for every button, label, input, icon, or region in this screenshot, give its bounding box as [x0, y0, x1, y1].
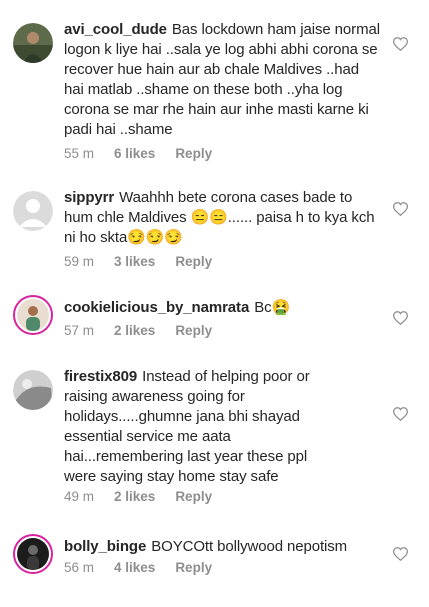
like-heart-icon[interactable]	[392, 407, 409, 422]
like-heart-icon[interactable]	[392, 547, 409, 562]
comment-username[interactable]: sippyrr	[64, 189, 114, 206]
comment-meta: 49 m 2 likes Reply	[64, 489, 212, 504]
comment-body: avi_cool_dude Bas lockdown ham jaise norm…	[64, 20, 382, 140]
comment-username[interactable]: firestix809	[64, 368, 137, 385]
default-avatar-icon	[13, 191, 53, 231]
user-photo-avatar-icon	[13, 23, 53, 63]
like-heart-icon[interactable]	[392, 37, 409, 52]
comment-likes[interactable]: 4 likes	[114, 560, 155, 575]
comment-list: avi_cool_dude Bas lockdown ham jaise norm…	[0, 0, 429, 607]
like-heart-icon[interactable]	[392, 202, 409, 217]
reply-button[interactable]: Reply	[175, 323, 212, 338]
comment-meta: 55 m 6 likes Reply	[64, 146, 212, 161]
user-photo-avatar-icon	[13, 370, 53, 410]
comment-username[interactable]: cookielicious_by_namrata	[64, 299, 249, 316]
comment-text: Bc🤮	[254, 299, 291, 316]
comment-text: Instead of helping poor or raising aware…	[64, 368, 310, 485]
comment-username[interactable]: bolly_binge	[64, 538, 146, 555]
comment-likes[interactable]: 2 likes	[114, 489, 155, 504]
avatar[interactable]	[13, 23, 53, 63]
comment-time: 59 m	[64, 254, 95, 269]
reply-button[interactable]: Reply	[175, 254, 212, 269]
comment-body: cookielicious_by_namrata Bc🤮	[64, 298, 384, 318]
comment-body: sippyrr Waahhh bete corona cases bade to …	[64, 188, 378, 248]
comment-likes[interactable]: 2 likes	[114, 323, 155, 338]
reply-button[interactable]: Reply	[175, 146, 212, 161]
like-heart-icon[interactable]	[392, 311, 409, 326]
story-ring-avatar-icon	[17, 299, 49, 331]
comment-likes[interactable]: 6 likes	[114, 146, 155, 161]
comment-text: Bas lockdown ham jaise normal logon k li…	[64, 21, 380, 138]
comment-time: 56 m	[64, 560, 95, 575]
avatar[interactable]	[13, 534, 53, 574]
reply-button[interactable]: Reply	[175, 489, 212, 504]
comment-meta: 57 m 2 likes Reply	[64, 323, 212, 338]
comment-time: 57 m	[64, 323, 95, 338]
comment-likes[interactable]: 3 likes	[114, 254, 155, 269]
reply-button[interactable]: Reply	[175, 560, 212, 575]
comment-time: 55 m	[64, 146, 95, 161]
story-ring-avatar-icon	[17, 538, 49, 570]
comment-body: firestix809 Instead of helping poor or ra…	[64, 367, 326, 487]
comment-meta: 56 m 4 likes Reply	[64, 560, 212, 575]
avatar[interactable]	[13, 191, 53, 231]
comment-body: bolly_binge BOYCOtt bollywood nepotism	[64, 537, 384, 557]
comment-username[interactable]: avi_cool_dude	[64, 21, 167, 38]
avatar[interactable]	[13, 370, 53, 410]
comment-text: BOYCOtt bollywood nepotism	[151, 538, 348, 555]
avatar[interactable]	[13, 295, 53, 335]
comment-meta: 59 m 3 likes Reply	[64, 254, 212, 269]
comment-time: 49 m	[64, 489, 95, 504]
